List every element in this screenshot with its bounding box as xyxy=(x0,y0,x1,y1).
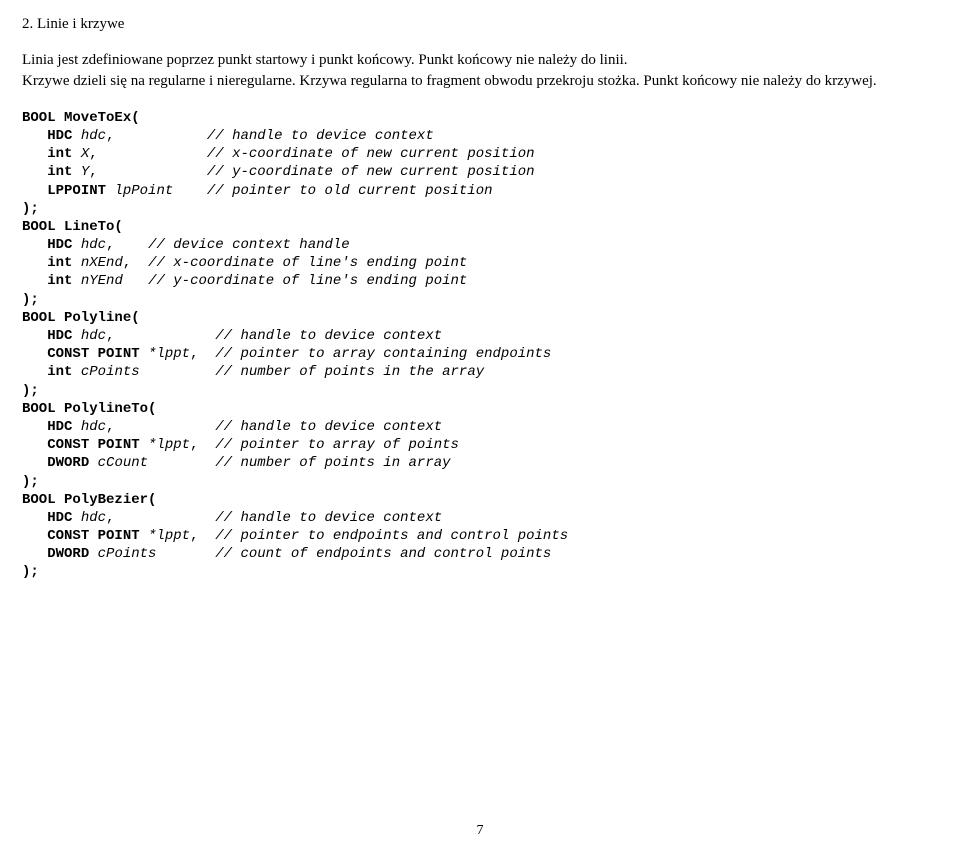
var: hdc xyxy=(81,128,106,144)
var: *lppt xyxy=(148,346,190,362)
type: HDC xyxy=(47,237,72,253)
type: CONST POINT xyxy=(47,437,139,453)
comment: // pointer to old current position xyxy=(207,183,493,199)
close: ); xyxy=(22,383,39,399)
var: cPoints xyxy=(98,546,157,562)
para-line-1: Linia jest zdefiniowane poprzez punkt st… xyxy=(22,52,628,68)
comment: // pointer to array of points xyxy=(215,437,459,453)
var: nYEnd xyxy=(81,273,123,289)
var: X xyxy=(81,146,89,162)
comment: // handle to device context xyxy=(215,419,442,435)
var: hdc xyxy=(81,237,106,253)
var: hdc xyxy=(81,510,106,526)
comment: // device context handle xyxy=(148,237,350,253)
var: *lppt xyxy=(148,528,190,544)
comment: // y-coordinate of line's ending point xyxy=(148,273,467,289)
comment: // count of endpoints and control points xyxy=(215,546,551,562)
polybezier-sig: BOOL PolyBezier( xyxy=(22,492,156,508)
comment: // y-coordinate of new current position xyxy=(207,164,535,180)
close: ); xyxy=(22,474,39,490)
type: HDC xyxy=(47,419,72,435)
comment: // x-coordinate of line's ending point xyxy=(148,255,467,271)
comment: // pointer to array containing endpoints xyxy=(215,346,551,362)
type: DWORD xyxy=(47,455,89,471)
comment: // number of points in array xyxy=(215,455,450,471)
var: Y xyxy=(81,164,89,180)
type: HDC xyxy=(47,510,72,526)
type: HDC xyxy=(47,328,72,344)
var: cPoints xyxy=(81,364,140,380)
para-line-2: Krzywe dzieli się na regularne i nieregu… xyxy=(22,73,877,89)
comment: // x-coordinate of new current position xyxy=(207,146,535,162)
var: *lppt xyxy=(148,437,190,453)
movetoex-sig: BOOL MoveToEx( xyxy=(22,110,140,126)
type: CONST POINT xyxy=(47,346,139,362)
type: CONST POINT xyxy=(47,528,139,544)
var: hdc xyxy=(81,328,106,344)
var: nXEnd xyxy=(81,255,123,271)
type: int xyxy=(47,146,72,162)
comment: // handle to device context xyxy=(207,128,434,144)
comment: // number of points in the array xyxy=(215,364,484,380)
type: int xyxy=(47,273,72,289)
var: lpPoint xyxy=(114,183,173,199)
comment: // handle to device context xyxy=(215,510,442,526)
type: int xyxy=(47,164,72,180)
comment: // pointer to endpoints and control poin… xyxy=(215,528,568,544)
type: HDC xyxy=(47,128,72,144)
type: int xyxy=(47,364,72,380)
close: ); xyxy=(22,564,39,580)
lineto-sig: BOOL LineTo( xyxy=(22,219,123,235)
polyline-sig: BOOL Polyline( xyxy=(22,310,140,326)
comment: // handle to device context xyxy=(215,328,442,344)
page-number: 7 xyxy=(22,822,938,841)
var: hdc xyxy=(81,419,106,435)
type: LPPOINT xyxy=(47,183,106,199)
close: ); xyxy=(22,201,39,217)
polylineto-sig: BOOL PolylineTo( xyxy=(22,401,156,417)
type: int xyxy=(47,255,72,271)
close: ); xyxy=(22,292,39,308)
var: cCount xyxy=(98,455,148,471)
type: DWORD xyxy=(47,546,89,562)
code-block: BOOL MoveToEx( HDC hdc, // handle to dev… xyxy=(22,109,938,582)
section-title: 2. Linie i krzywe xyxy=(22,14,938,34)
intro-paragraph: Linia jest zdefiniowane poprzez punkt st… xyxy=(22,50,938,91)
